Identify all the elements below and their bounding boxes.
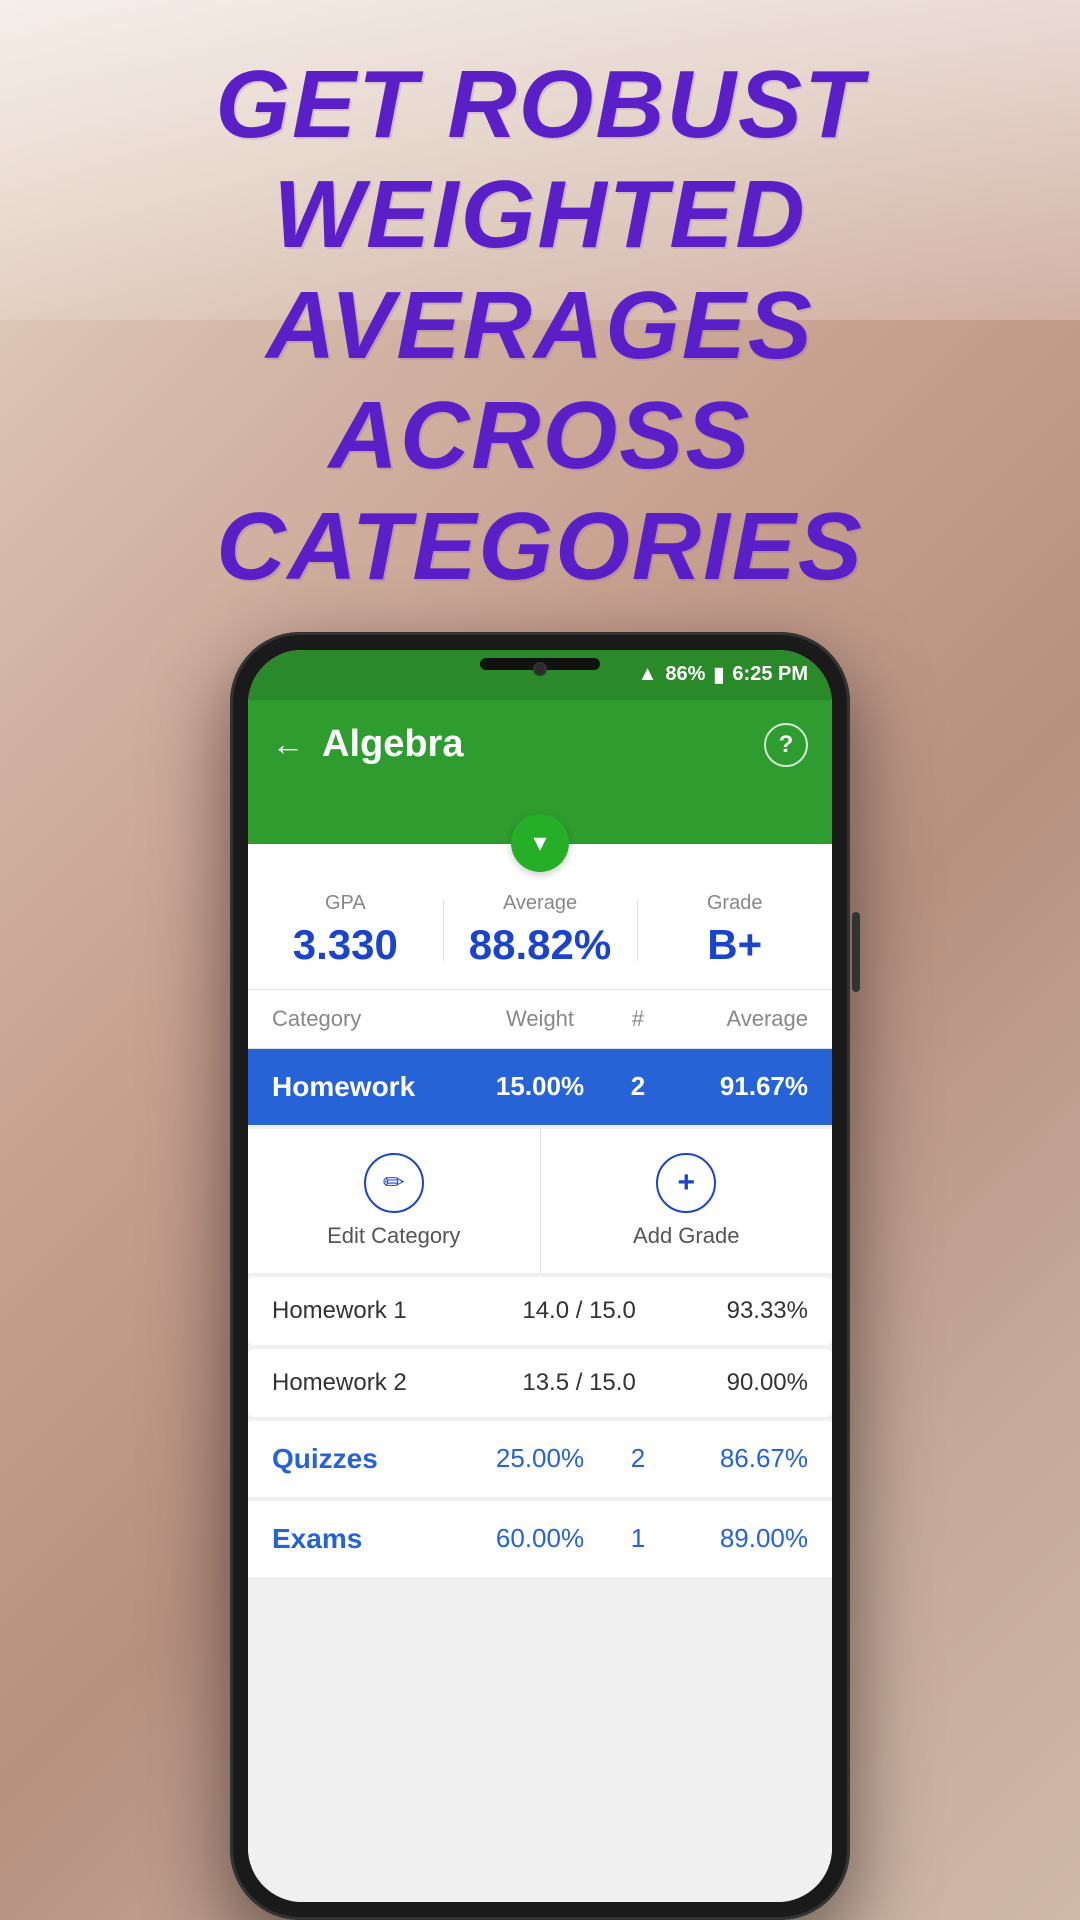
grade-pct-2: 90.00% <box>663 1369 808 1397</box>
selected-category-weight: 15.00% <box>478 1071 602 1102</box>
exams-weight: 60.00% <box>478 1523 602 1554</box>
quizzes-weight: 25.00% <box>478 1443 602 1474</box>
battery-icon: ▮ <box>713 662 724 687</box>
grade-name-2: Homework 2 <box>272 1369 495 1397</box>
plus-icon: + <box>677 1166 695 1200</box>
help-button[interactable]: ? <box>764 723 808 767</box>
header-average: Average <box>674 1006 808 1032</box>
headline: GET ROBUST WEIGHTED AVERAGES ACROSS CATE… <box>0 50 1080 602</box>
headline-line1: GET ROBUST <box>60 50 1020 160</box>
exams-average: 89.00% <box>674 1523 808 1554</box>
selected-category-num: 2 <box>602 1071 674 1102</box>
average-label: Average <box>443 892 638 915</box>
dropdown-button[interactable]: ▾ <box>511 814 569 872</box>
headline-line3: ACROSS CATEGORIES <box>60 381 1020 602</box>
quizzes-row[interactable]: Quizzes 25.00% 2 86.67% <box>248 1421 832 1497</box>
header-num: # <box>602 1006 674 1032</box>
header-category: Category <box>272 1006 478 1032</box>
phone-frame: ▲ 86% ▮ 6:25 PM ← Algebra ? ▾ <box>230 632 850 1920</box>
signal-icon: ▲ <box>638 663 658 686</box>
table-header: Category Weight # Average <box>248 990 832 1049</box>
screen-title: Algebra <box>322 723 764 766</box>
grade-pct-1: 93.33% <box>663 1297 808 1325</box>
gpa-label: GPA <box>248 892 443 915</box>
exams-name: Exams <box>272 1523 478 1555</box>
selected-category-row[interactable]: Homework 15.00% 2 91.67% <box>248 1049 832 1125</box>
actions-row: ✏ Edit Category + Add Grade <box>248 1129 832 1273</box>
quizzes-name: Quizzes <box>272 1443 478 1475</box>
headline-line2: WEIGHTED AVERAGES <box>60 160 1020 381</box>
gpa-value: 3.330 <box>248 921 443 969</box>
phone-screen: ▲ 86% ▮ 6:25 PM ← Algebra ? ▾ <box>248 650 832 1902</box>
chevron-down-icon: ▾ <box>533 827 546 858</box>
pencil-icon: ✏ <box>383 1167 405 1198</box>
back-button[interactable]: ← <box>272 726 304 763</box>
phone-camera <box>533 662 547 676</box>
quizzes-num: 2 <box>602 1443 674 1474</box>
selected-category-name: Homework <box>272 1071 478 1103</box>
selected-category-average: 91.67% <box>674 1071 808 1102</box>
edit-icon-circle: ✏ <box>364 1153 424 1213</box>
grade-row[interactable]: Homework 2 13.5 / 15.0 90.00% <box>248 1349 832 1417</box>
add-icon-circle: + <box>656 1153 716 1213</box>
add-grade-label: Add Grade <box>633 1223 739 1249</box>
quizzes-average: 86.67% <box>674 1443 808 1474</box>
edit-category-button[interactable]: ✏ Edit Category <box>248 1129 540 1273</box>
grade-label: Grade <box>637 892 832 915</box>
help-icon: ? <box>779 731 794 759</box>
content-area: Homework 15.00% 2 91.67% ✏ Edit Category <box>248 1049 832 1902</box>
add-grade-button[interactable]: + Add Grade <box>540 1129 833 1273</box>
battery-text: 86% <box>665 663 705 686</box>
status-bar-right: ▲ 86% ▮ 6:25 PM <box>638 662 808 687</box>
grade-score-1: 14.0 / 15.0 <box>495 1297 663 1325</box>
grade-value: B+ <box>637 921 832 969</box>
average-value: 88.82% <box>443 921 638 969</box>
phone-power-button <box>852 912 860 992</box>
exams-num: 1 <box>602 1523 674 1554</box>
edit-category-label: Edit Category <box>327 1223 460 1249</box>
grade-score-2: 13.5 / 15.0 <box>495 1369 663 1397</box>
grade-stat: Grade B+ <box>637 892 832 969</box>
average-stat: Average 88.82% <box>443 892 638 969</box>
clock: 6:25 PM <box>732 663 808 686</box>
dropdown-bar: ▾ <box>248 790 832 844</box>
exams-row[interactable]: Exams 60.00% 1 89.00% <box>248 1501 832 1577</box>
header-weight: Weight <box>478 1006 602 1032</box>
app-bar: ← Algebra ? <box>248 700 832 790</box>
grade-name-1: Homework 1 <box>272 1297 495 1325</box>
grade-row[interactable]: Homework 1 14.0 / 15.0 93.33% <box>248 1277 832 1345</box>
gpa-stat: GPA 3.330 <box>248 892 443 969</box>
